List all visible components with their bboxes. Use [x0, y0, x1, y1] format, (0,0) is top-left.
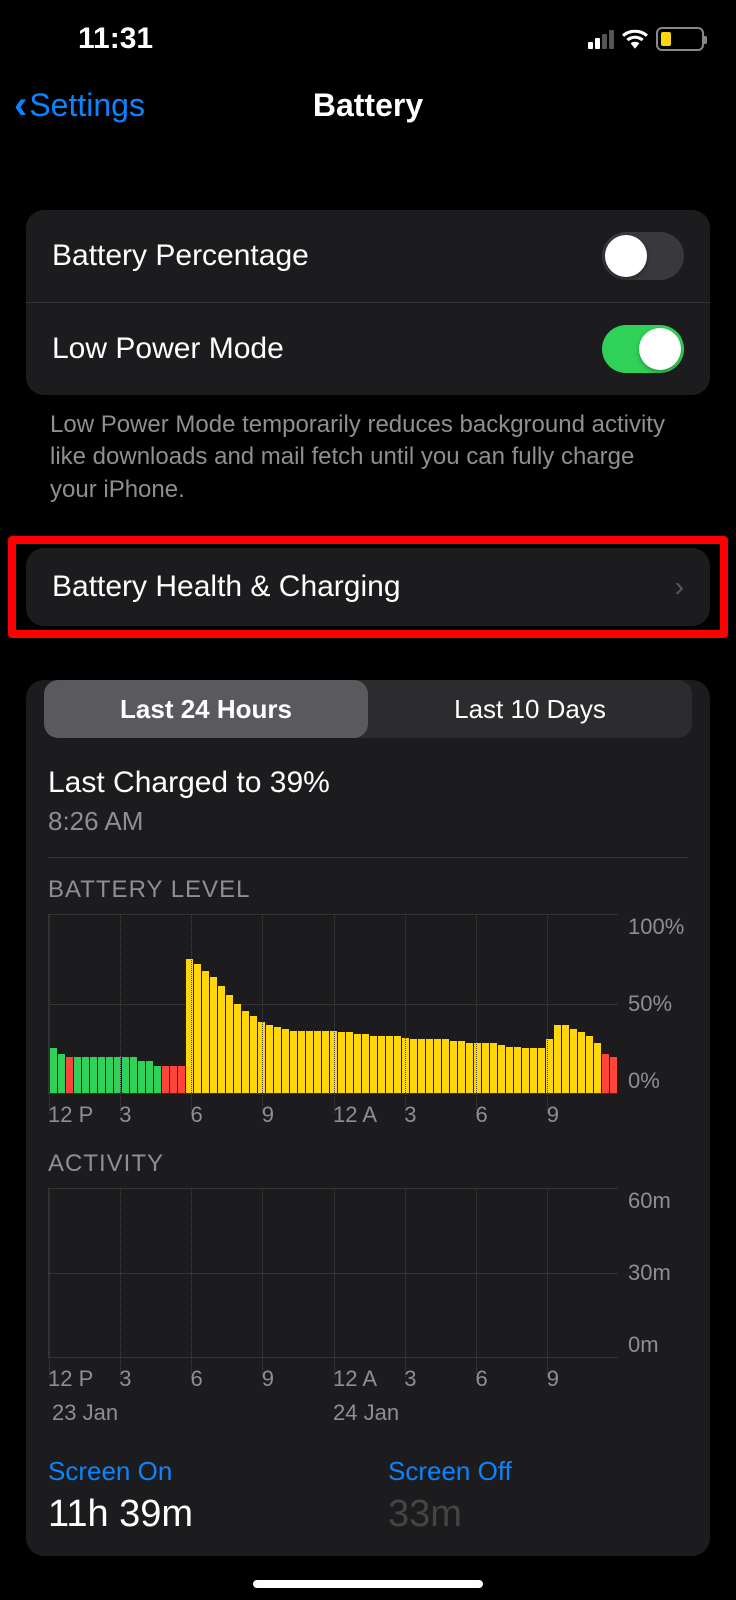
- row-label: Low Power Mode: [52, 332, 284, 366]
- settings-group-1: Battery Percentage Low Power Mode: [26, 210, 710, 395]
- row-battery-percentage[interactable]: Battery Percentage: [26, 210, 710, 302]
- activity-x-axis: 12 P36912 A369: [48, 1366, 618, 1396]
- segmented-control: Last 24 Hours Last 10 Days: [44, 680, 692, 738]
- screen-stats: Screen On 11h 39m Screen Off 33m: [26, 1426, 710, 1536]
- toggle-battery-percentage[interactable]: [602, 232, 684, 280]
- stat-value: 11h 39m: [48, 1493, 348, 1536]
- cellular-icon: [588, 30, 614, 49]
- stat-label: Screen On: [48, 1456, 348, 1487]
- row-low-power-mode[interactable]: Low Power Mode: [26, 302, 710, 395]
- settings-group-2: Battery Health & Charging ›: [26, 548, 710, 626]
- stat-label: Screen Off: [388, 1456, 688, 1487]
- activity-label: ACTIVITY: [48, 1150, 688, 1178]
- status-bar: 11:31: [0, 0, 736, 60]
- battery-level-chart[interactable]: [48, 914, 618, 1094]
- activity-chart[interactable]: [48, 1188, 618, 1358]
- tab-last-10-days[interactable]: Last 10 Days: [368, 680, 692, 738]
- row-label: Battery Health & Charging: [52, 570, 401, 604]
- chevron-right-icon: ›: [675, 571, 684, 603]
- row-battery-health[interactable]: Battery Health & Charging ›: [26, 548, 710, 626]
- last-charged: Last Charged to 39% 8:26 AM: [26, 756, 710, 837]
- stat-value: 33m: [388, 1493, 688, 1536]
- stat-screen-on: Screen On 11h 39m: [48, 1456, 348, 1536]
- battery-icon: [656, 27, 704, 51]
- back-button[interactable]: ‹ Settings: [14, 85, 145, 125]
- status-icons: [588, 27, 704, 51]
- battery-usage-card: Last 24 Hours Last 10 Days Last Charged …: [26, 680, 710, 1556]
- wifi-icon: [622, 29, 648, 49]
- tab-last-24-hours[interactable]: Last 24 Hours: [44, 680, 368, 738]
- battery-level-label: BATTERY LEVEL: [48, 876, 688, 904]
- activity-y-axis: 60m 30m 0m: [618, 1188, 688, 1358]
- back-label: Settings: [29, 87, 145, 124]
- battery-level-section: BATTERY LEVEL 12 P36912 A369 100% 50% 0%: [26, 858, 710, 1132]
- status-time: 11:31: [78, 22, 153, 56]
- chevron-left-icon: ‹: [14, 85, 27, 125]
- activity-section: ACTIVITY 12 P36912 A369 23 Jan24 Jan 60m…: [26, 1132, 710, 1426]
- battery-level-y-axis: 100% 50% 0%: [618, 914, 688, 1094]
- activity-dates: 23 Jan24 Jan: [48, 1400, 618, 1426]
- highlight-battery-health: Battery Health & Charging ›: [8, 536, 728, 638]
- row-label: Battery Percentage: [52, 239, 309, 273]
- home-indicator[interactable]: [253, 1580, 483, 1588]
- low-power-footer: Low Power Mode temporarily reduces backg…: [50, 409, 686, 506]
- stat-screen-off: Screen Off 33m: [388, 1456, 688, 1536]
- battery-level-x-axis: 12 P36912 A369: [48, 1102, 618, 1132]
- nav-header: ‹ Settings Battery: [0, 70, 736, 140]
- toggle-low-power-mode[interactable]: [602, 325, 684, 373]
- page-title: Battery: [313, 87, 423, 124]
- last-charged-title: Last Charged to 39%: [48, 766, 688, 800]
- last-charged-time: 8:26 AM: [48, 806, 688, 837]
